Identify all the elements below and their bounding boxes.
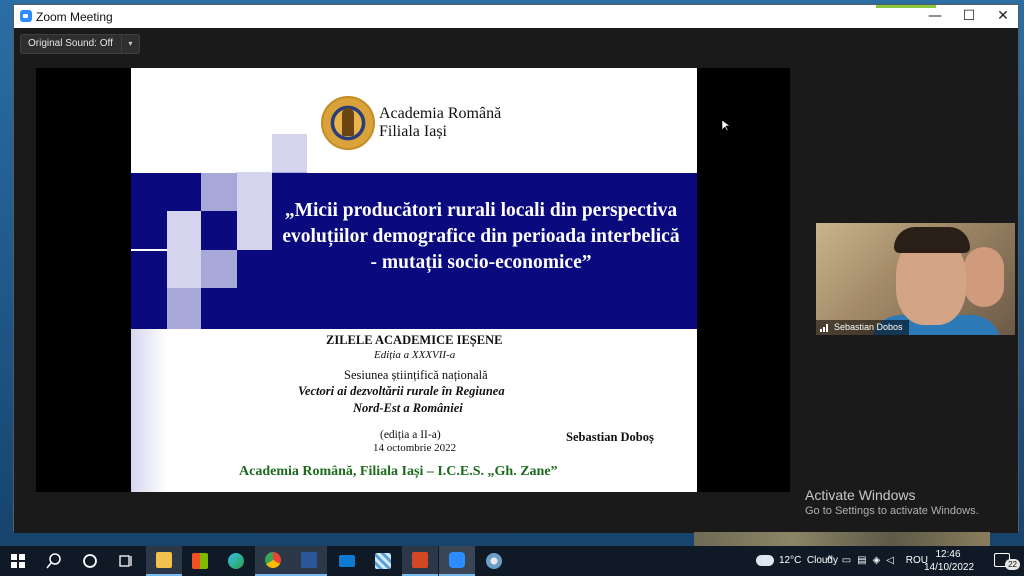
cortana-button[interactable] xyxy=(72,546,108,576)
file-explorer-button[interactable] xyxy=(146,546,182,576)
event-edition: Ediția a XXXVII-a xyxy=(374,349,456,361)
zoom-icon xyxy=(449,552,465,568)
store-button[interactable] xyxy=(182,546,218,576)
meeting-content: Original Sound: Off ▾ „Micii producători… xyxy=(14,28,1018,533)
decor-square xyxy=(167,288,201,329)
cortana-icon xyxy=(83,554,97,568)
app-icon xyxy=(486,553,502,569)
session-title-1: Vectori ai dezvoltării rurale în Regiune… xyxy=(298,384,505,398)
original-sound-button[interactable]: Original Sound: Off ▾ xyxy=(20,34,140,54)
powerpoint-icon xyxy=(412,552,428,568)
decor-square xyxy=(167,211,201,250)
zoom-window: Zoom Meeting — ☐ ✕ Original Sound: Off ▾ xyxy=(13,4,1019,533)
file-explorer-icon xyxy=(156,552,172,568)
participant-name-label: Sebastian Dobos xyxy=(816,320,909,335)
slide-footer: Academia Română, Filiala Iași – I.C.E.S.… xyxy=(239,464,558,479)
slide-title: „Micii producători rurali locali din per… xyxy=(282,200,680,273)
taskbar: 12°C Cloudy ^ ▭▤◈◁ ROU 12:46 14/10/2022 … xyxy=(0,546,1024,576)
slide-author: Sebastian Doboș xyxy=(566,430,654,444)
session-edition: (ediția a II-a) xyxy=(380,429,441,441)
org-name: Academia Română xyxy=(379,105,502,122)
activate-line2: Go to Settings to activate Windows. xyxy=(805,505,979,517)
window-title: Zoom Meeting xyxy=(36,10,113,24)
activate-line1: Activate Windows xyxy=(805,487,916,503)
participant-name: Sebastian Dobos xyxy=(834,322,903,332)
title-banner: „Micii producători rurali locali din per… xyxy=(131,173,697,329)
task-view-icon xyxy=(119,555,132,567)
start-button[interactable] xyxy=(0,546,36,576)
mouse-cursor-icon xyxy=(722,120,730,132)
notification-badge: 22 xyxy=(1005,559,1020,570)
task-view-button[interactable] xyxy=(108,546,144,576)
title-bar: Zoom Meeting — ☐ ✕ xyxy=(14,5,1018,28)
start-icon xyxy=(11,554,25,568)
slide-date: 14 octombrie 2022 xyxy=(373,442,457,454)
decor-square xyxy=(201,250,237,288)
session-label: Sesiunea științifică națională xyxy=(344,368,488,382)
desktop-wallpaper-strip xyxy=(694,532,990,546)
decor-square xyxy=(167,250,201,288)
academy-logo xyxy=(321,96,375,150)
mail-button[interactable] xyxy=(329,546,365,576)
video-hand xyxy=(964,247,1004,307)
participant-video-tile[interactable]: Sebastian Dobos xyxy=(816,223,1015,335)
decor-square xyxy=(201,173,237,211)
snip-icon xyxy=(375,553,391,569)
word-button[interactable] xyxy=(291,546,327,576)
search-button[interactable] xyxy=(36,546,72,576)
maximize-button[interactable]: ☐ xyxy=(952,5,986,28)
zoom-button[interactable] xyxy=(439,546,475,576)
store-icon xyxy=(192,553,208,569)
signal-icon xyxy=(820,324,830,332)
decor-gradient xyxy=(131,329,167,492)
close-button[interactable]: ✕ xyxy=(986,5,1020,28)
edge-button[interactable] xyxy=(218,546,254,576)
clock-date[interactable]: 14/10/2022 xyxy=(924,562,974,573)
tray-icons[interactable]: ▭▤◈◁ xyxy=(842,555,900,566)
cloud-icon xyxy=(756,555,774,566)
activate-windows-watermark: Activate Windows Go to Settings to activ… xyxy=(805,487,979,517)
decor-square xyxy=(237,173,272,211)
chrome-icon xyxy=(265,552,281,568)
session-title-2: Nord-Est a României xyxy=(353,401,463,415)
chevron-down-icon[interactable]: ▾ xyxy=(120,35,139,53)
original-sound-label: Original Sound: Off xyxy=(28,38,113,49)
presentation-slide: „Micii producători rurali locali din per… xyxy=(131,68,697,492)
word-icon xyxy=(301,552,317,568)
zoom-icon xyxy=(20,10,32,22)
snip-button[interactable] xyxy=(365,546,401,576)
edge-icon xyxy=(228,553,244,569)
powerpoint-button[interactable] xyxy=(402,546,438,576)
decor-square xyxy=(272,134,307,172)
chevron-up-icon[interactable]: ^ xyxy=(827,554,832,566)
decor-square xyxy=(237,211,272,250)
chrome-button[interactable] xyxy=(255,546,291,576)
screen-share-area[interactable]: „Micii producători rurali locali din per… xyxy=(36,68,790,492)
search-icon xyxy=(46,553,61,569)
org-branch: Filiala Iași xyxy=(379,123,447,140)
decor-square xyxy=(131,211,167,249)
video-hair xyxy=(894,227,970,253)
clock-time[interactable]: 12:46 xyxy=(928,549,968,560)
mail-icon xyxy=(339,555,355,567)
app-button[interactable] xyxy=(476,546,512,576)
minimize-button[interactable]: — xyxy=(918,5,952,28)
event-name: ZILELE ACADEMICE IEȘENE xyxy=(326,333,503,347)
